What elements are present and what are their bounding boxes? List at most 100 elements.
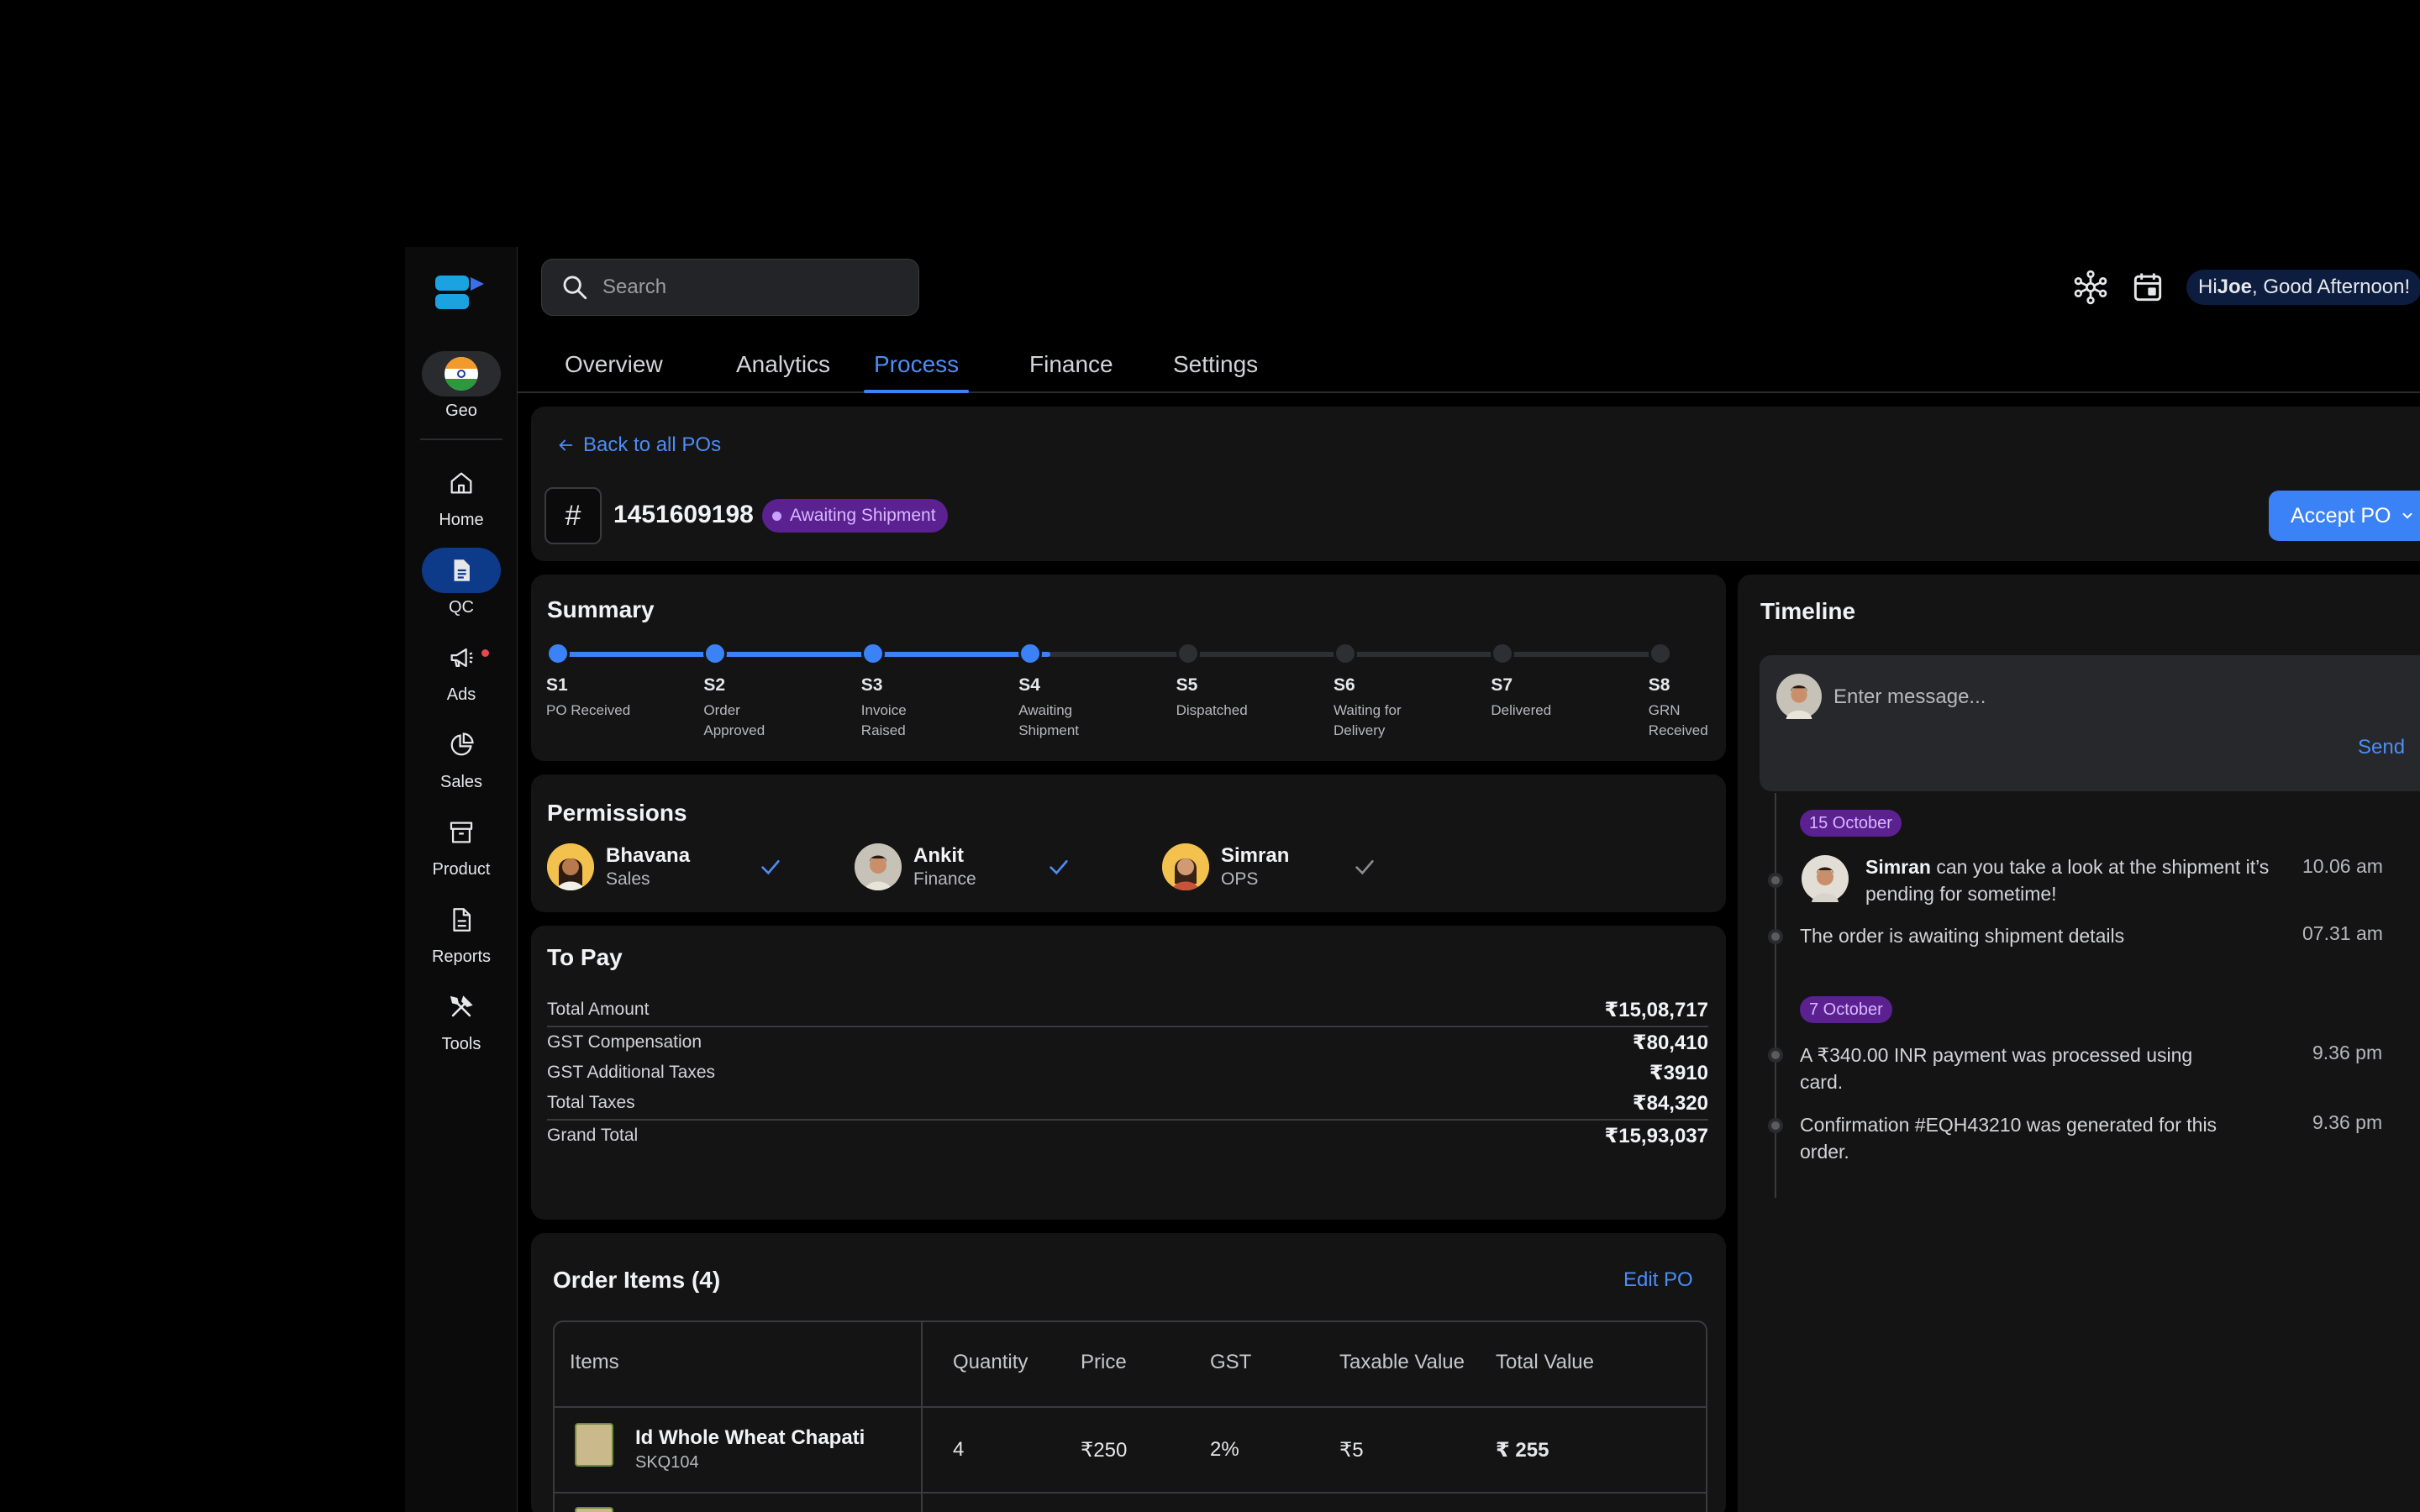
timeline-event: Confirmation #EQH43210 was generated for… — [1800, 1114, 2217, 1163]
document-icon — [422, 548, 501, 593]
sidebar-item-reports[interactable]: Reports — [422, 897, 501, 967]
step-code: S4 — [1018, 675, 1040, 695]
edit-po-link[interactable]: Edit PO — [1623, 1268, 1693, 1292]
date-badge: 7 October — [1800, 996, 1892, 1023]
permission-role: Finance — [913, 869, 976, 889]
order-items-title: Order Items (4) — [553, 1267, 721, 1293]
chevron-down-icon — [2402, 512, 2412, 519]
step-code: S8 — [1648, 675, 1670, 695]
column-header-taxable-value: Taxable Value — [1339, 1351, 1465, 1373]
pay-value: ₹84,320 — [1632, 1091, 1708, 1115]
tab-bar: Overview Analytics Process Finance Setti… — [518, 344, 2420, 393]
step-s7: S7 Delivered — [1491, 642, 1603, 718]
cell-total-value: ₹ 255 — [1496, 1439, 1549, 1462]
step-s4: S4 Awaiting Shipment — [1018, 642, 1131, 738]
pay-label: Total Taxes — [547, 1093, 635, 1112]
cell-taxable-value: ₹5 — [1339, 1439, 1364, 1462]
greeting-name: Joe — [2217, 276, 2253, 298]
permission-simran: Simran OPS — [1162, 840, 1378, 894]
step-marker — [1018, 642, 1043, 665]
sidebar-item-tools[interactable]: Tools — [422, 984, 501, 1054]
step-code: S7 — [1491, 675, 1513, 695]
greeting-suffix: , Good Afternoon! — [2252, 276, 2411, 298]
cell-gst: 2% — [1210, 1438, 1239, 1461]
pay-value: ₹3910 — [1649, 1061, 1708, 1084]
search-icon — [563, 276, 587, 300]
network-icon[interactable] — [2072, 269, 2109, 306]
event-time: 10.06 am — [2302, 855, 2383, 877]
message-input[interactable] — [1833, 680, 2304, 714]
permission-name: Bhavana — [606, 844, 691, 867]
summary-title: Summary — [547, 596, 655, 622]
product-thumbnail — [575, 1507, 613, 1512]
po-number: 1451609198 — [613, 501, 754, 528]
order-items-table: Items Quantity Price GST Taxable Value T… — [553, 1320, 1707, 1512]
sidebar-item-label: Product — [432, 860, 491, 879]
search-input[interactable] — [602, 276, 905, 299]
geo-label: Geo — [445, 402, 477, 420]
search-bar[interactable] — [541, 259, 919, 316]
sidebar-item-product[interactable]: Product — [422, 810, 501, 879]
step-s5: S5 Dispatched — [1176, 642, 1289, 718]
table-column-divider — [921, 1322, 923, 1512]
app-logo[interactable] — [435, 274, 487, 312]
back-link-label: Back to all POs — [583, 433, 722, 456]
step-marker — [1648, 642, 1672, 665]
avatar — [855, 843, 902, 890]
pay-label: GST Compensation — [547, 1032, 702, 1052]
sidebar-item-home[interactable]: Home — [422, 460, 501, 530]
check-icon — [761, 859, 780, 875]
step-marker — [1491, 642, 1515, 665]
step-marker — [1334, 642, 1357, 665]
sidebar-item-label: Ads — [446, 685, 476, 704]
pay-value: ₹15,93,037 — [1604, 1124, 1708, 1147]
message-composer: Send — [1760, 655, 2420, 791]
po-header-panel — [531, 407, 2420, 561]
step-code: S5 — [1176, 675, 1198, 695]
step-marker — [860, 642, 885, 665]
sidebar-item-qc[interactable]: QC — [422, 548, 501, 617]
hash-icon: # — [544, 487, 602, 544]
permission-bhavana: Bhavana Sales — [547, 840, 784, 894]
step-code: S6 — [1334, 675, 1355, 695]
tab-finance[interactable]: Finance — [1019, 351, 1123, 391]
column-header-price: Price — [1081, 1351, 1127, 1373]
tab-settings[interactable]: Settings — [1163, 351, 1268, 391]
home-icon — [422, 460, 501, 506]
step-marker — [546, 642, 570, 665]
sidebar-item-label: Sales — [439, 773, 483, 791]
step-description: Invoice Raised — [860, 702, 907, 738]
pay-row-gst-compensation: GST Compensation ₹80,410 — [547, 1027, 1708, 1058]
geo-pill[interactable] — [422, 351, 501, 396]
check-icon — [1355, 859, 1375, 875]
step-description: Waiting for Delivery — [1334, 702, 1402, 738]
step-code: S1 — [546, 675, 568, 695]
sidebar-item-ads[interactable]: Ads — [422, 635, 501, 705]
notification-dot — [481, 649, 489, 657]
megaphone-icon — [422, 635, 501, 680]
sidebar-item-sales[interactable]: Sales — [422, 722, 501, 792]
tools-icon — [422, 984, 501, 1030]
timeline-line — [1775, 793, 1776, 1198]
geo-selector[interactable]: Geo — [422, 351, 501, 421]
pay-row-total-taxes: Total Taxes ₹84,320 — [547, 1088, 1708, 1118]
pay-row-grand-total: Grand Total ₹15,93,037 — [547, 1121, 1708, 1151]
tab-process[interactable]: Process — [864, 351, 970, 393]
event-time: 07.31 am — [2302, 922, 2383, 944]
back-to-pos-link[interactable]: Back to all POs — [556, 433, 721, 457]
step-description: GRN Received — [1648, 702, 1708, 738]
date-badge: 15 October — [1800, 810, 1902, 837]
avatar — [1162, 843, 1209, 890]
tab-overview[interactable]: Overview — [555, 351, 673, 391]
sidebar: Geo Home QC Ads Sales Product Reports To… — [405, 247, 518, 1512]
tab-analytics[interactable]: Analytics — [726, 351, 840, 391]
calendar-icon[interactable] — [2129, 269, 2166, 306]
timeline-dot — [1768, 929, 1783, 944]
send-button[interactable]: Send — [2358, 736, 2405, 759]
timeline-event: The order is awaiting shipment details — [1800, 925, 2125, 947]
timeline-dot — [1768, 1047, 1783, 1063]
report-icon — [422, 897, 501, 942]
permission-role: Sales — [606, 869, 650, 889]
pay-value: ₹80,410 — [1632, 1031, 1708, 1054]
accept-po-button[interactable]: Accept PO — [2269, 491, 2420, 541]
